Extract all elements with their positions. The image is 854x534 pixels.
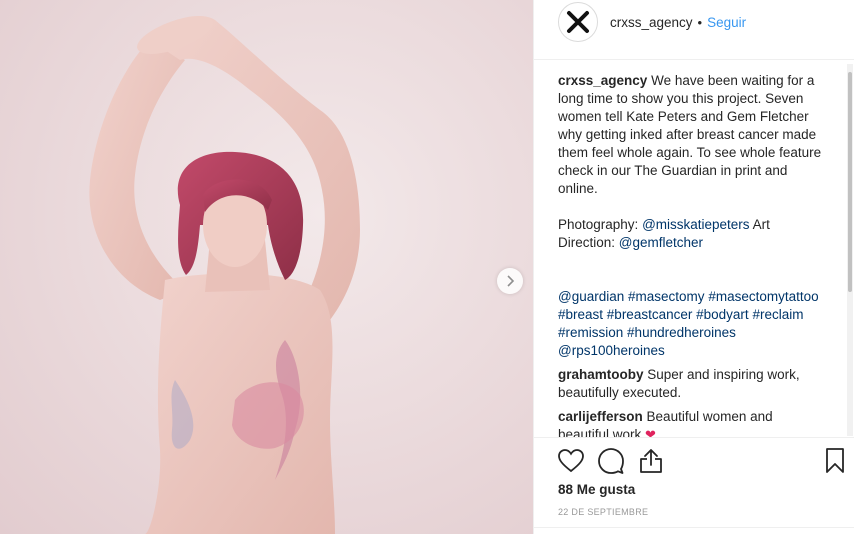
tag-link[interactable]: #breast — [558, 307, 603, 322]
tag-link[interactable]: #reclaim — [752, 307, 803, 322]
comment-item: carlijefferson Beautiful women and beaut… — [558, 408, 826, 438]
caption-username[interactable]: crxss_agency — [558, 73, 647, 88]
tag-link[interactable]: #breastcancer — [607, 307, 693, 322]
comment-username[interactable]: carlijefferson — [558, 409, 643, 424]
actions-divider — [534, 437, 854, 438]
tag-link[interactable]: #bodyart — [696, 307, 749, 322]
share-button[interactable] — [638, 448, 664, 474]
likes-count[interactable]: 88 Me gusta — [558, 482, 635, 497]
bottom-divider — [534, 527, 854, 528]
comment-item: grahamtooby Super and inspiring work, be… — [558, 366, 826, 402]
tag-link[interactable]: #remission — [558, 325, 623, 340]
post-header: crxss_agency • Seguir — [534, 0, 854, 44]
tag-link[interactable]: @rps100heroines — [558, 343, 665, 358]
post-side-panel: crxss_agency • Seguir crxss_agency We ha… — [533, 0, 854, 534]
scrollbar-thumb[interactable] — [848, 72, 852, 292]
tag-link[interactable]: @guardian — [558, 289, 624, 304]
credits-prefix: Photography: — [558, 217, 643, 232]
comment-username[interactable]: grahamtooby — [558, 367, 644, 382]
heart-icon — [558, 449, 584, 473]
caption: crxss_agency We have been waiting for a … — [558, 72, 826, 360]
caption-text: We have been waiting for a long time to … — [558, 73, 822, 196]
header-separator: • — [697, 14, 703, 30]
action-bar — [558, 446, 848, 476]
comment-bubble-icon — [598, 448, 624, 474]
avatar[interactable] — [558, 2, 598, 42]
comments-list: crxss_agency We have been waiting for a … — [558, 72, 826, 438]
header-divider — [534, 59, 854, 60]
bookmark-icon — [826, 448, 844, 473]
tag-link[interactable]: #hundredheroines — [627, 325, 736, 340]
tag-link[interactable]: #masectomy — [628, 289, 705, 304]
comment-button[interactable] — [598, 448, 624, 474]
art-director-link[interactable]: @gemfletcher — [619, 235, 703, 250]
header-username[interactable]: crxss_agency — [610, 15, 693, 30]
like-button[interactable] — [558, 448, 584, 474]
save-button[interactable] — [822, 448, 848, 474]
caption-tags: @guardian #masectomy #masectomytattoo #b… — [558, 288, 826, 360]
woman-portrait-image — [89, 16, 360, 534]
next-photo-button[interactable] — [497, 268, 523, 294]
share-icon — [640, 449, 662, 473]
caption-text-block: crxss_agency We have been waiting for a … — [558, 72, 826, 198]
post-photo[interactable] — [0, 0, 533, 534]
tag-link[interactable]: #masectomytattoo — [708, 289, 818, 304]
follow-button[interactable]: Seguir — [707, 15, 746, 30]
photographer-link[interactable]: @misskatiepeters — [642, 217, 750, 232]
x-logo-icon — [567, 11, 589, 33]
caption-credits: Photography: @misskatiepeters Art Direct… — [558, 216, 826, 252]
instagram-post: crxss_agency • Seguir crxss_agency We ha… — [0, 0, 854, 534]
chevron-right-icon — [507, 275, 515, 287]
post-date: 22 DE SEPTIEMBRE — [558, 507, 649, 517]
